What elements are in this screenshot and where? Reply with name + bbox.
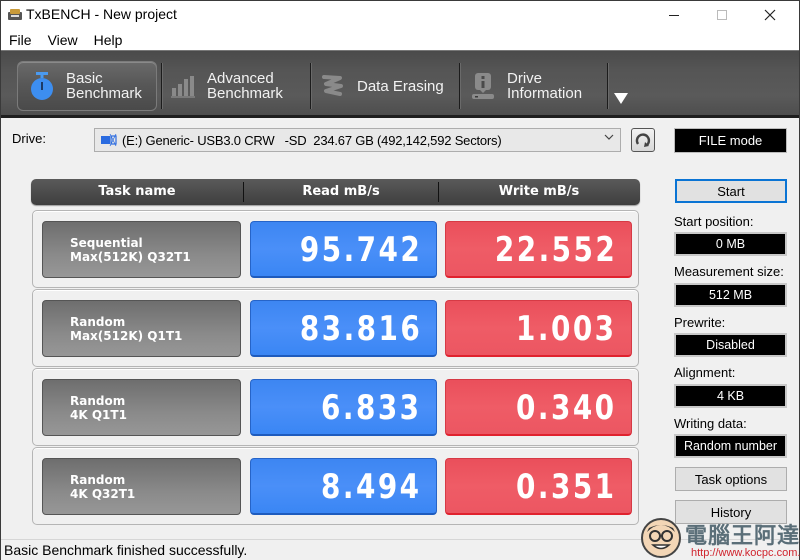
minimize-button[interactable]	[651, 1, 697, 29]
write-value: 0.340	[445, 379, 632, 436]
app-logo-icon	[8, 9, 22, 20]
app-window: TxBENCH - New project File View Help Bas…	[0, 0, 800, 560]
result-row-random-4k-q32t1: Random 4K Q32T1 8.494 0.351	[32, 447, 639, 525]
write-value: 22.552	[445, 221, 632, 278]
task-name-line1: Random	[70, 473, 126, 487]
task-name-line2: 4K Q32T1	[70, 487, 136, 501]
read-value: 95.742	[250, 221, 437, 278]
drive-select[interactable]: (E:) Generic- USB3.0 CRW -SD 234.67 GB (…	[94, 128, 621, 152]
writing-data-label: Writing data:	[674, 416, 747, 431]
tab-basic-benchmark-label: Basic Benchmark	[66, 70, 142, 102]
task-name-line2: Max(512K) Q1T1	[70, 329, 183, 343]
writing-data-value: Random number	[674, 434, 787, 458]
window-title: TxBENCH - New project	[26, 6, 177, 22]
task-name-line1: Random	[70, 394, 126, 408]
alignment-label: Alignment:	[674, 365, 736, 380]
tab-drive-information-label: Drive Information	[507, 70, 583, 102]
task-options-button[interactable]: Task options	[675, 467, 787, 491]
bar-chart-icon	[169, 71, 197, 101]
toolbar-separator	[161, 63, 163, 109]
tab-basic-benchmark[interactable]: Basic Benchmark	[17, 61, 157, 111]
task-name-line1: Random	[70, 315, 126, 329]
tab-advanced-benchmark[interactable]: Advanced Benchmark	[169, 61, 309, 111]
write-value: 1.003	[445, 300, 632, 357]
toolbar: Basic Benchmark Advanced Benchmark Data …	[1, 50, 799, 118]
write-value: 0.351	[445, 458, 632, 515]
result-row-sequential: Sequential Max(512K) Q32T1 95.742 22.552	[32, 210, 639, 288]
history-button[interactable]: History	[675, 500, 787, 524]
refresh-button[interactable]	[631, 128, 655, 152]
task-name-line1: Sequential	[70, 236, 143, 250]
alignment-value: 4 KB	[674, 384, 787, 408]
drive-selected-value: (E:) Generic- USB3.0 CRW -SD 234.67 GB (…	[122, 132, 502, 148]
header-read: Read mB/s	[302, 184, 380, 199]
header-write: Write mB/s	[498, 184, 580, 199]
read-value: 83.816	[250, 300, 437, 357]
maximize-icon	[717, 10, 727, 20]
drive-info-icon	[469, 71, 497, 101]
task-name-line2: Max(512K) Q32T1	[70, 250, 191, 264]
header-task-name: Task name	[98, 184, 176, 199]
refresh-icon	[635, 133, 651, 147]
menu-bar: File View Help	[1, 29, 799, 50]
tab-data-erasing-label: Data Erasing	[357, 77, 444, 95]
measurement-size-label: Measurement size:	[674, 264, 784, 279]
result-row-random-max-q1t1: Random Max(512K) Q1T1 83.816 1.003	[32, 289, 639, 367]
results-header: Task name Read mB/s Write mB/s	[31, 179, 640, 205]
close-icon	[764, 9, 776, 21]
close-button[interactable]	[747, 1, 793, 29]
prewrite-label: Prewrite:	[674, 315, 726, 330]
start-position-value: 0 MB	[674, 232, 787, 256]
usb-drive-icon	[101, 133, 117, 147]
stopwatch-icon	[28, 71, 56, 101]
read-value: 6.833	[250, 379, 437, 436]
task-button[interactable]: Random 4K Q32T1	[42, 458, 241, 515]
status-text: Basic Benchmark finished successfully.	[4, 542, 248, 558]
result-row-random-4k-q1t1: Random 4K Q1T1 6.833 0.340	[32, 368, 639, 446]
mode-indicator: FILE mode	[674, 128, 787, 153]
maximize-button[interactable]	[699, 1, 745, 29]
tab-drive-information[interactable]: Drive Information	[469, 61, 609, 111]
tab-advanced-benchmark-label: Advanced Benchmark	[207, 70, 283, 102]
minimize-icon	[669, 15, 679, 16]
task-button[interactable]: Random 4K Q1T1	[42, 379, 241, 436]
measurement-size-value: 512 MB	[674, 283, 787, 307]
eraser-spring-icon	[319, 71, 347, 101]
status-bar: Basic Benchmark finished successfully.	[1, 539, 799, 560]
dropdown-triangle-icon[interactable]	[614, 93, 628, 104]
start-button[interactable]: Start	[675, 179, 787, 203]
start-position-label: Start position:	[674, 214, 754, 229]
task-button[interactable]: Random Max(512K) Q1T1	[42, 300, 241, 357]
toolbar-separator	[310, 63, 312, 109]
task-button[interactable]: Sequential Max(512K) Q32T1	[42, 221, 241, 278]
menu-view[interactable]: View	[40, 29, 86, 50]
toolbar-separator	[459, 63, 461, 109]
tab-data-erasing[interactable]: Data Erasing	[319, 61, 459, 111]
menu-help[interactable]: Help	[86, 29, 131, 50]
task-name-line2: 4K Q1T1	[70, 408, 127, 422]
chevron-down-icon	[604, 132, 614, 145]
prewrite-value: Disabled	[674, 333, 787, 357]
read-value: 8.494	[250, 458, 437, 515]
title-bar: TxBENCH - New project	[1, 1, 799, 29]
toolbar-separator	[607, 63, 609, 109]
menu-file[interactable]: File	[1, 29, 40, 50]
drive-label: Drive:	[12, 131, 46, 146]
